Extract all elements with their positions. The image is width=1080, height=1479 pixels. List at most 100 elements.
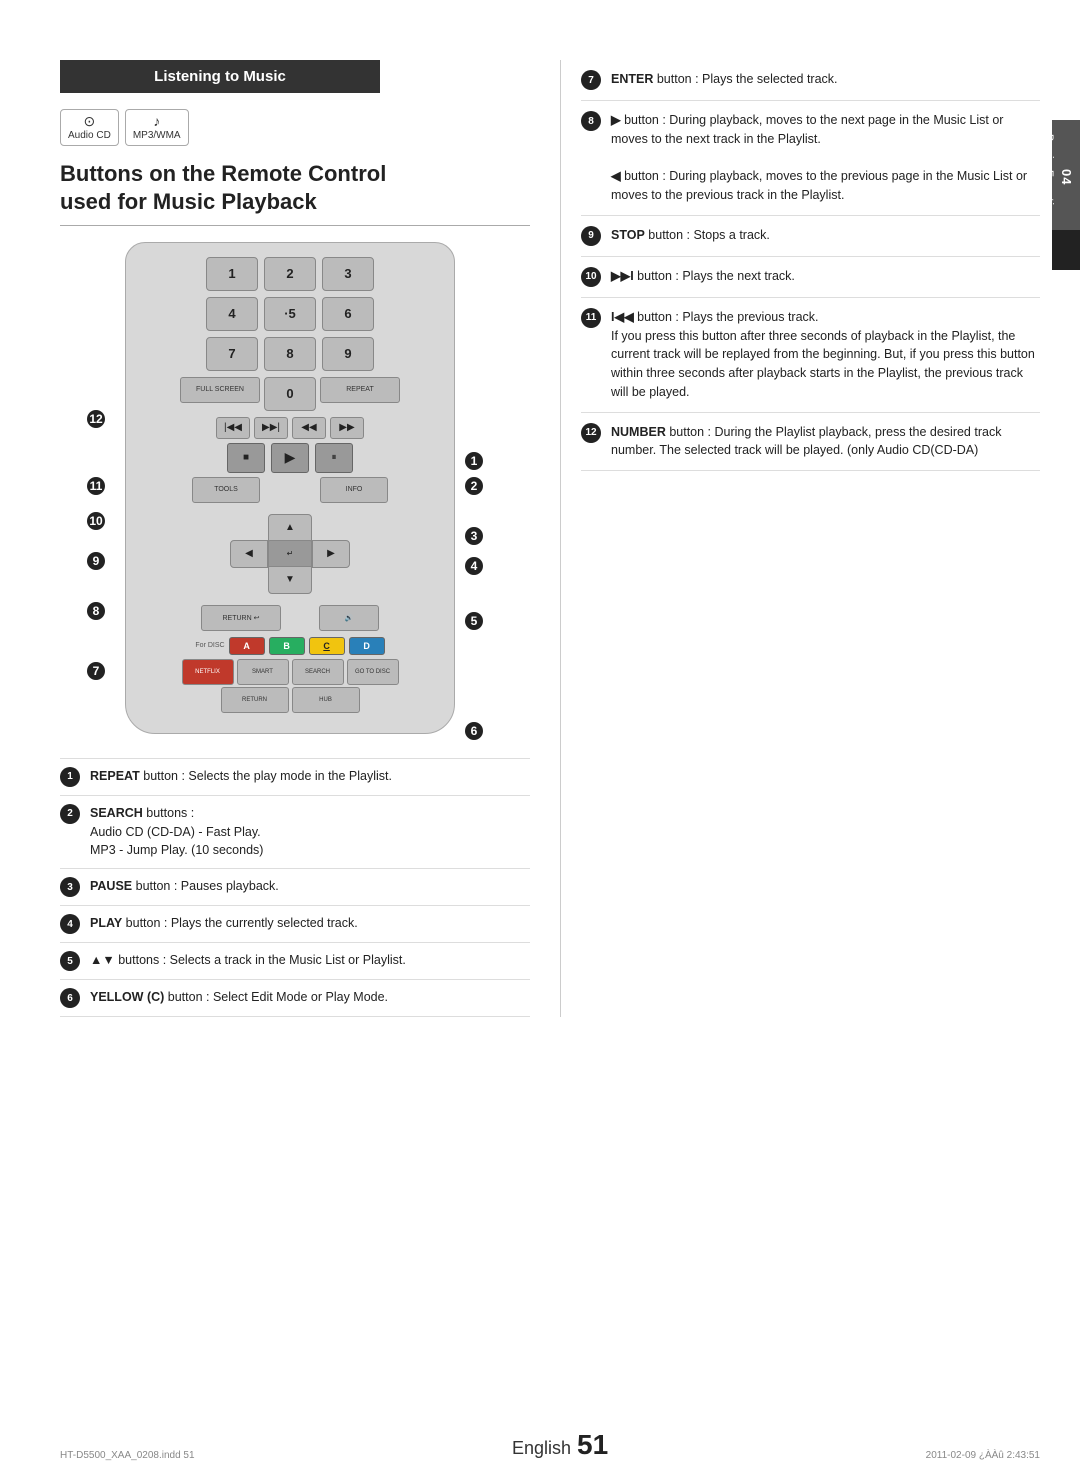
ann-row-4: 4 PLAY button : Plays the currently sele… [60,906,530,943]
info-btn[interactable]: INFO [320,477,388,503]
next-track-btn[interactable]: ▶▶| [254,417,288,439]
right-column: 7 ENTER button : Plays the selected trac… [560,60,1040,1017]
stop-btn[interactable]: ■ [227,443,265,473]
right-ann-text-9: STOP button : Stops a track. [611,226,1040,245]
english-label: English [512,1438,571,1459]
right-ann-row-10: 10 ▶▶I button : Plays the next track. [581,257,1040,298]
netflix-btn[interactable]: NETFLIX [182,659,234,685]
page-number-area: English 51 [512,1429,608,1461]
bottom-btns-row: NETFLIX SMART SEARCH GO TO DISC [140,659,440,685]
ann-bold-2: SEARCH [90,806,143,820]
go-disc-btn[interactable]: GO TO DISC [347,659,399,685]
right-ann-row-11: 11 I◀◀ button : Plays the previous track… [581,298,1040,413]
remote-btn-2[interactable]: 2 [264,257,316,291]
nav-left-btn[interactable]: ◀ [230,540,268,568]
prev-track-btn[interactable]: |◀◀ [216,417,250,439]
vol-btn[interactable]: 🔊 [319,605,379,631]
page-number: 51 [577,1429,608,1461]
ann-bold-6: YELLOW (C) [90,990,164,1004]
right-ann-num-8: 8 [581,111,601,131]
tools-info-row: TOOLS INFO [140,477,440,503]
icon-badges: ⊙ Audio CD ♪ MP3/WMA [60,109,530,146]
right-ann-num-12: 12 [581,423,601,443]
audio-cd-label: Audio CD [68,130,111,142]
footer-left: HT-D5500_XAA_0208.indd 51 [60,1450,195,1461]
callout-12: 12 [87,410,105,428]
audio-cd-badge: ⊙ Audio CD [60,109,119,146]
ann-bold-3: PAUSE [90,879,132,893]
remote-row-2: 4 ·5 6 [140,297,440,331]
ann-text-3: PAUSE button : Pauses playback. [90,877,530,896]
play-btn[interactable]: ▶ [271,443,309,473]
right-ann-text-11: I◀◀ button : Plays the previous track. I… [611,308,1040,402]
ann-text-1: REPEAT button : Selects the play mode in… [90,767,530,786]
fullscreen-repeat-row: FULL SCREEN 0 REPEAT [140,377,440,411]
repeat-btn[interactable]: REPEAT [320,377,400,403]
color-btns: A B C D [229,637,385,655]
ann-row-6: 6 YELLOW (C) button : Select Edit Mode o… [60,980,530,1017]
return2-btn[interactable]: RETURN [221,687,289,713]
for-disc-label: For DISC [195,642,224,649]
tools-btn[interactable]: TOOLS [192,477,260,503]
nav-down-btn[interactable]: ▼ [268,566,312,594]
ann-text-6: YELLOW (C) button : Select Edit Mode or … [90,988,530,1007]
side-tab-dark [1052,230,1080,270]
nav-cluster: ▲ ◀ ↵ ▶ ▼ [230,514,350,594]
ann-num-3: 3 [60,877,80,897]
remote-btn-6[interactable]: 6 [322,297,374,331]
nav-up-btn[interactable]: ▲ [268,514,312,542]
ann-num-6: 6 [60,988,80,1008]
pause-btn[interactable]: ⏸ [315,443,353,473]
remote-btn-1[interactable]: 1 [206,257,258,291]
remote-btn-7[interactable]: 7 [206,337,258,371]
search-btn[interactable]: SEARCH [292,659,344,685]
right-ann-num-9: 9 [581,226,601,246]
remote-btn-5[interactable]: ·5 [264,297,316,331]
right-ann-row-9: 9 STOP button : Stops a track. [581,216,1040,257]
section-title: Buttons on the Remote Control used for M… [60,160,530,217]
right-ann-bold-11: I◀◀ [611,310,634,324]
section-title-line2: used for Music Playback [60,189,317,214]
ann-row-1: 1 REPEAT button : Selects the play mode … [60,758,530,796]
remote-btn-8[interactable]: 8 [264,337,316,371]
right-ann-text-12: NUMBER button : During the Playlist play… [611,423,1040,461]
right-ann-bold-9: STOP [611,228,645,242]
callout-11: 11 [87,477,105,495]
callout-7: 7 [87,662,105,680]
rewind-btn[interactable]: ◀◀ [292,417,326,439]
callout-9: 9 [87,552,105,570]
callout-6: 6 [465,722,483,740]
remote-btn-4[interactable]: 4 [206,297,258,331]
right-ann-bold-10: ▶▶I [611,269,634,283]
remote-btn-3[interactable]: 3 [322,257,374,291]
ann-text-2: SEARCH buttons :Audio CD (CD-DA) - Fast … [90,804,530,860]
mp3-wma-badge: ♪ MP3/WMA [125,109,189,146]
transport-row: |◀◀ ▶▶| ◀◀ ▶▶ [140,417,440,439]
right-ann-bold-8b: ◀ [611,169,621,183]
remote-btn-9[interactable]: 9 [322,337,374,371]
right-ann-bold-8a: ▶ [611,113,621,127]
right-ann-num-11: 11 [581,308,601,328]
remote-btn-0[interactable]: 0 [264,377,316,411]
right-ann-row-12: 12 NUMBER button : During the Playlist p… [581,413,1040,472]
nav-right-btn[interactable]: ▶ [312,540,350,568]
side-tab-label: Basic Functions [1043,134,1055,227]
hub-btn[interactable]: HUB [292,687,360,713]
bottom-btns-row2: RETURN HUB [140,687,440,713]
smart-btn[interactable]: SMART [237,659,289,685]
nav-enter-btn[interactable]: ↵ [268,540,312,568]
color-btn-d[interactable]: D [349,637,385,655]
ann-num-5: 5 [60,951,80,971]
color-btn-c[interactable]: C [309,637,345,655]
section-divider [60,225,530,226]
audio-cd-icon: ⊙ [84,113,96,130]
callout-2: 2 [465,477,483,495]
ann-row-2: 2 SEARCH buttons :Audio CD (CD-DA) - Fas… [60,796,530,869]
section-title-line1: Buttons on the Remote Control [60,161,386,186]
fast-forward-btn[interactable]: ▶▶ [330,417,364,439]
full-screen-btn[interactable]: FULL SCREEN [180,377,260,403]
callout-8: 8 [87,602,105,620]
return-btn[interactable]: RETURN ↩ [201,605,281,631]
color-btn-b[interactable]: B [269,637,305,655]
color-btn-a[interactable]: A [229,637,265,655]
